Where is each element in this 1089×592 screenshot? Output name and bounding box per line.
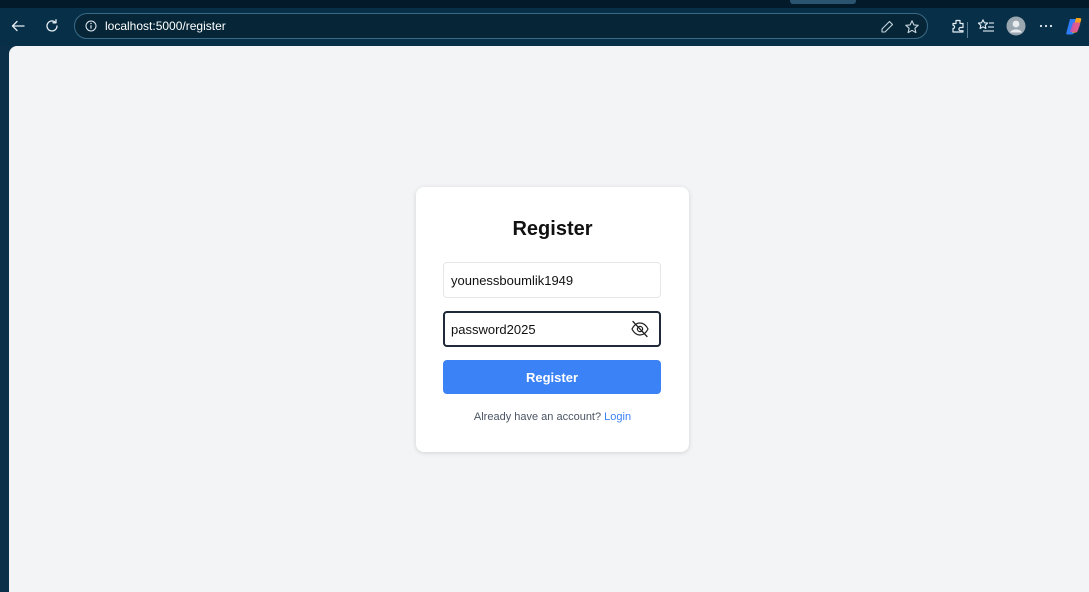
favorites-button[interactable]	[974, 14, 998, 38]
password-field[interactable]: password2025	[443, 311, 661, 347]
info-circle-icon[interactable]	[83, 18, 99, 34]
username-value: younessboumlik1949	[451, 273, 574, 288]
back-arrow-icon	[10, 18, 26, 34]
register-button[interactable]: Register	[443, 360, 661, 394]
page-viewport: Register younessboumlik1949 password2025…	[9, 46, 1089, 592]
copilot-icon	[1064, 16, 1084, 36]
login-prompt-line: Already have an account? Login	[416, 411, 689, 423]
browser-toolbar: localhost:5000/register	[0, 0, 1089, 46]
copilot-button[interactable]	[1062, 14, 1086, 38]
toolbar-separator	[967, 22, 968, 38]
login-link[interactable]: Login	[604, 411, 631, 423]
refresh-button[interactable]	[40, 14, 64, 38]
extensions-icon	[950, 18, 966, 34]
back-button[interactable]	[6, 14, 30, 38]
star-icon[interactable]	[903, 18, 921, 36]
more-button[interactable]	[1034, 14, 1058, 38]
login-prompt-text: Already have an account?	[473, 411, 602, 423]
read-aloud-icon[interactable]	[878, 18, 896, 36]
password-value: password2025	[451, 322, 536, 337]
url-text[interactable]: localhost:5000/register	[105, 19, 226, 33]
username-field[interactable]: younessboumlik1949	[443, 262, 661, 298]
address-bar[interactable]: localhost:5000/register	[74, 13, 928, 39]
more-icon	[1038, 18, 1054, 34]
profile-button[interactable]	[1004, 14, 1028, 38]
eye-off-icon[interactable]	[629, 319, 651, 339]
favorites-list-icon	[977, 18, 995, 34]
register-card: Register younessboumlik1949 password2025…	[416, 187, 689, 452]
page-title: Register	[512, 218, 593, 240]
profile-avatar-icon	[1006, 16, 1026, 36]
active-tab-indicator	[790, 0, 856, 4]
refresh-icon	[44, 18, 60, 34]
